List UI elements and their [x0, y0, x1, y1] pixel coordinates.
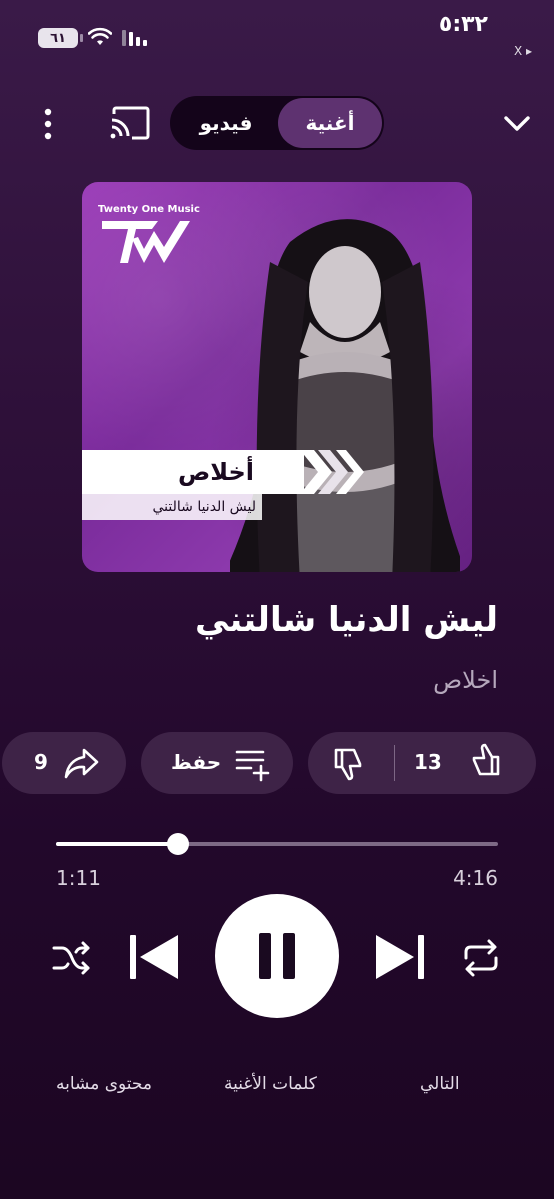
- tab-song[interactable]: أغنية: [278, 98, 382, 148]
- previous-icon[interactable]: [128, 932, 180, 982]
- time-elapsed: 1:11: [56, 866, 101, 890]
- status-bar: ٦١ ٥:٣٢ X ▸: [0, 0, 554, 70]
- art-banner-song: ليش الدنيا شالتني: [82, 494, 262, 520]
- progress-thumb[interactable]: [167, 833, 190, 855]
- pause-button[interactable]: [215, 894, 339, 1018]
- like-dislike-group: 13: [308, 732, 536, 794]
- signal-icon: [122, 30, 147, 46]
- art-banner-artist: أخلاص: [177, 458, 254, 486]
- song-title: ليش الدنيا شالتني: [195, 600, 498, 640]
- song-video-toggle: فيديو أغنية: [170, 96, 384, 150]
- more-icon[interactable]: [36, 106, 60, 142]
- save-button[interactable]: حفظ: [141, 732, 293, 794]
- label-logo: Twenty One Music: [98, 204, 208, 273]
- shuffle-icon[interactable]: [52, 938, 92, 978]
- wifi-icon: [88, 27, 112, 45]
- progress-bar[interactable]: [56, 833, 498, 855]
- art-chevrons-icon: [300, 450, 364, 494]
- status-time: ٥:٣٢: [438, 12, 488, 37]
- repeat-icon[interactable]: [460, 936, 502, 980]
- like-count: 13: [414, 750, 442, 774]
- thumbs-up-icon[interactable]: [466, 742, 504, 780]
- share-icon: [64, 748, 99, 779]
- back-to-app-link[interactable]: X ▸: [514, 44, 532, 58]
- thumbs-down-icon[interactable]: [330, 744, 368, 782]
- label-logo-mark: [102, 221, 190, 263]
- next-icon[interactable]: [374, 932, 426, 982]
- tab-lyrics[interactable]: كلمات الأغنية: [224, 1074, 317, 1094]
- time-total: 4:16: [453, 866, 498, 890]
- artist-portrait: [230, 219, 460, 572]
- pause-icon: [259, 933, 295, 979]
- like-divider: [394, 745, 395, 781]
- share-button[interactable]: 9: [2, 732, 126, 794]
- progress-fill: [56, 842, 179, 846]
- album-art: Twenty One Music أخلاص ليش الدنيا شالتني: [82, 182, 472, 572]
- artist-name[interactable]: اخلاص: [433, 666, 498, 694]
- cast-icon[interactable]: [108, 104, 152, 142]
- add-to-queue-icon: [235, 750, 270, 782]
- label-name: Twenty One Music: [98, 204, 200, 215]
- tab-video[interactable]: فيديو: [174, 98, 278, 148]
- save-label: حفظ: [171, 750, 222, 774]
- battery-indicator: ٦١: [38, 28, 83, 48]
- share-count: 9: [34, 750, 48, 774]
- tab-up-next[interactable]: التالي: [420, 1074, 460, 1094]
- chevron-down-icon[interactable]: [500, 106, 534, 140]
- tab-related[interactable]: محتوى مشابه: [56, 1074, 152, 1094]
